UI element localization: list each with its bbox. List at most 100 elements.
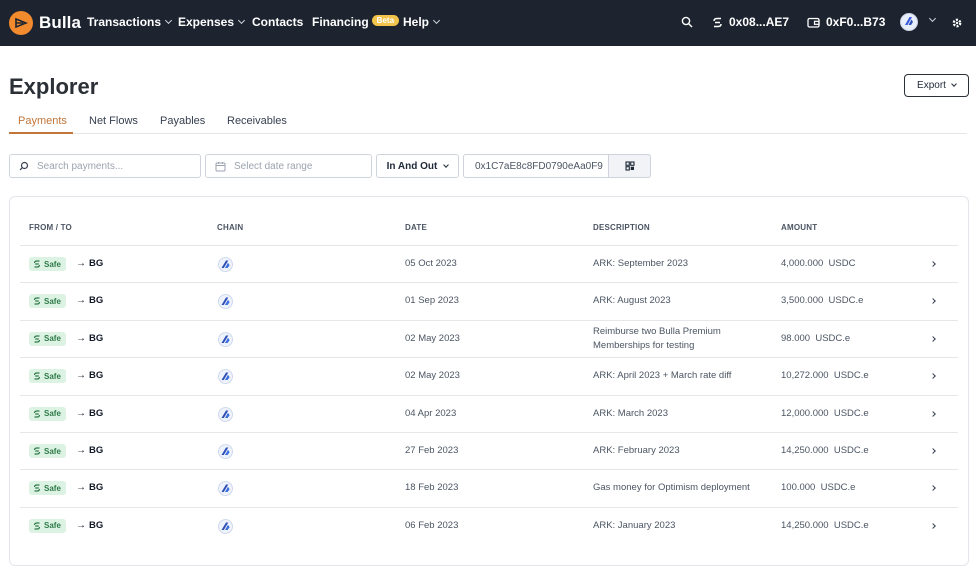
from-label: Safe [44,296,61,306]
chevron-right-icon[interactable] [930,261,936,267]
table-row[interactable]: Safe → BG 02 May 2023 ARK: April 2023 + … [20,357,958,394]
from-badge: Safe [29,406,66,421]
amount-value: 10,272.000 [781,370,829,382]
chevron-right-icon[interactable] [930,485,936,492]
from-label: Safe [44,483,61,493]
nav-financing[interactable]: Financing Beta [312,14,400,29]
table-row[interactable]: Safe → BG 01 Sep 2023 ARK: August 2023 3… [20,282,958,319]
chevron-right-icon[interactable] [930,448,936,454]
page-title: Explorer [9,74,99,99]
table-row[interactable]: Safe → BG 05 Oct 2023 ARK: September 202… [20,245,958,282]
table-row[interactable]: Safe → BG 06 Feb 2023 ARK: January 2023 … [20,506,958,544]
amount-value: 14,250.000 [781,445,829,456]
nav-financing-label: Financing [312,15,369,29]
column-header-amount: AMOUNT [781,223,818,232]
from-badge: Safe [29,444,66,458]
from-badge: Safe [29,481,66,496]
wallet-icon [807,17,820,28]
address-value: 0x1C7aE8c8FD0790eAa0F9 [475,160,603,172]
qr-code-icon [624,161,635,171]
tab-payables[interactable]: Payables [160,115,205,127]
brand-name: Bulla [39,13,82,32]
search-placeholder: Search payments... [37,160,124,172]
qr-button[interactable] [608,154,651,178]
network-selector[interactable] [900,13,918,31]
date-range-input[interactable]: Select date range [205,154,372,178]
chain-icon [218,257,233,272]
chain-icon [218,481,233,497]
date-cell: 02 May 2023 [405,370,460,382]
chevron-down-icon[interactable] [928,14,937,23]
table-row[interactable]: Safe → BG 02 May 2023 Reimburse two Bull… [20,319,958,357]
amount-cell: 100.000 USDC.e [781,482,855,493]
token-symbol: USDC.e [833,519,869,531]
search-input[interactable]: Search payments... [9,154,201,178]
table-row[interactable]: Safe → BG 27 Feb 2023 ARK: February 2023… [20,432,958,469]
token-symbol: USDC.e [828,295,864,307]
chain-icon [218,406,233,422]
search-button[interactable] [681,16,699,28]
amount-cell: 98.000 USDC.e [781,333,850,344]
beta-badge: Beta [371,14,400,26]
nav-expenses[interactable]: Expenses [178,15,246,29]
to-label: BG [89,445,104,456]
amount-cell: 14,250.000 USDC.e [781,520,869,531]
description-cell: ARK: January 2023 [593,519,676,531]
date-cell: 18 Feb 2023 [405,482,459,494]
gear-icon [952,18,962,28]
safe-icon [33,372,41,380]
amount-value: 12,000.000 [781,407,829,419]
date-cell: 04 Apr 2023 [405,407,457,419]
chain-icon [218,518,233,534]
nav-contacts-label: Contacts [252,15,304,29]
token-symbol: USDC.e [820,482,856,494]
date-cell: 06 Feb 2023 [405,519,459,531]
chain-icon [218,444,233,459]
safe-icon [33,260,41,268]
date-range-placeholder: Select date range [234,160,313,172]
date-cell: 01 Sep 2023 [405,295,459,307]
description-cell: ARK: April 2023 + March rate diff [593,370,732,382]
brand[interactable]: Bulla [9,11,81,35]
amount-cell: 3,500.000 USDC.e [781,295,863,306]
chevron-down-icon [951,81,957,87]
chevron-right-icon[interactable] [930,298,936,305]
chevron-right-icon[interactable] [930,373,936,380]
tab-receivables[interactable]: Receivables [227,115,287,127]
tab-net-flows[interactable]: Net Flows [89,115,138,127]
to-label: BG [89,370,104,382]
table-row[interactable]: Safe → BG 18 Feb 2023 Gas money for Opti… [20,469,958,506]
chain-icon [218,331,233,347]
date-cell: 05 Oct 2023 [405,258,457,269]
safe-address-button[interactable]: 0x08...AE7 [712,15,789,29]
nav-expenses-label: Expenses [178,15,235,29]
direction-select[interactable]: In And Out [376,154,459,178]
settings-button[interactable] [951,16,963,34]
amount-value: 3,500.000 [781,295,824,307]
export-button[interactable]: Export [904,74,969,97]
to-label: BG [89,258,104,269]
safe-address: 0x08...AE7 [729,15,790,29]
arrow-right-icon: → [76,370,86,382]
arrow-right-icon: → [76,407,86,419]
tab-payments[interactable]: Payments [18,115,67,127]
chevron-down-icon [164,16,173,25]
description-cell: ARK: March 2023 [593,407,668,419]
from-label: Safe [44,409,61,419]
explorer-tabs: Payments Net Flows Payables Receivables [9,109,967,134]
amount-cell: 10,272.000 USDC.e [781,370,869,381]
from-label: Safe [44,371,61,381]
nav-contacts[interactable]: Contacts [252,15,303,29]
chevron-down-icon [432,16,441,25]
table-row[interactable]: Safe → BG 04 Apr 2023 ARK: March 2023 12… [20,394,958,432]
top-navbar: Bulla Transactions Expenses Contacts Fin… [0,0,976,46]
calendar-icon [215,161,226,171]
chevron-right-icon[interactable] [930,410,936,417]
safe-icon [713,17,722,27]
amount-value: 100.000 [781,482,816,494]
nav-transactions[interactable]: Transactions [87,15,173,29]
wallet-button[interactable]: 0xF0...B73 [807,15,885,29]
nav-help[interactable]: Help [403,15,441,29]
chevron-right-icon[interactable] [930,335,936,342]
chevron-right-icon[interactable] [930,522,936,529]
